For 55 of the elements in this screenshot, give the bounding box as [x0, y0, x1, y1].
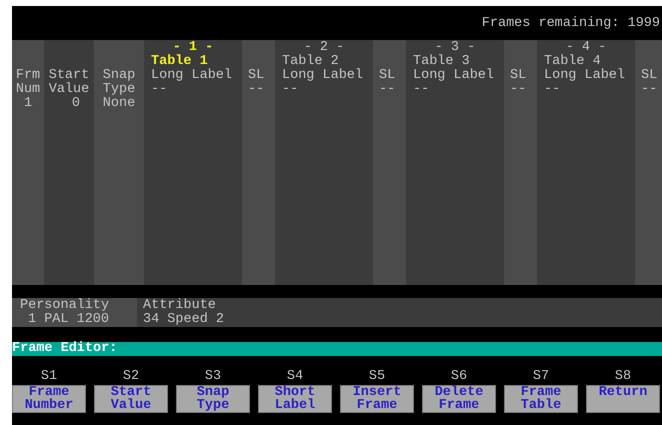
softkey-button[interactable]: Frame Table	[504, 385, 578, 413]
softkey-number: S1	[40, 369, 58, 385]
attribute-value: 34 Speed 2	[143, 313, 224, 327]
table-cell-text: 0	[70, 97, 81, 111]
column-header: Snap	[102, 69, 136, 83]
softkey-button[interactable]: Start Value	[94, 385, 168, 413]
softkey-button[interactable]: Frame Number	[12, 385, 86, 413]
softkey-number: S2	[122, 369, 140, 385]
column-header: Type	[102, 83, 136, 97]
table-cell-text: --	[510, 83, 528, 97]
softkey-button[interactable]: Return	[586, 385, 660, 413]
attribute-label: Attribute	[143, 299, 217, 313]
table-name: Table 4	[544, 55, 601, 69]
softkey-button[interactable]: Insert Frame	[340, 385, 414, 413]
softkey-number: S6	[450, 369, 468, 385]
softkey-button[interactable]: Snap Type	[176, 385, 250, 413]
softkey-number: S5	[368, 369, 386, 385]
column-header: Value	[48, 83, 90, 97]
table-name: Table 1	[151, 55, 208, 69]
table-name: Table 3	[413, 55, 470, 69]
softkey-number: S7	[532, 369, 550, 385]
table-cell-text: --	[413, 83, 430, 97]
column-header: Frm	[14, 69, 42, 83]
column-header: Long Label	[413, 69, 496, 83]
personality-value: 1 PAL 1200	[27, 313, 110, 327]
softkey-button[interactable]: Delete Frame	[422, 385, 496, 413]
table-cell-text: None	[102, 97, 136, 111]
column-header: Long Label	[151, 69, 234, 83]
frames-remaining: Frames remaining: 1999	[482, 16, 660, 30]
column-header: Long Label	[282, 69, 364, 83]
softkey-number: S3	[204, 369, 222, 385]
table-cell-text: --	[151, 83, 168, 97]
table-cell-text: --	[641, 83, 658, 97]
column-header: SL	[510, 69, 528, 83]
column-header: SL	[379, 69, 396, 83]
softkey-button[interactable]: Short Label	[258, 385, 332, 413]
table-number: - 2 -	[304, 41, 346, 55]
column-header: SL	[641, 69, 658, 83]
table-number: - 1 -	[172, 41, 214, 55]
table-cell-text: --	[379, 83, 396, 97]
column-header: Num	[14, 83, 42, 97]
table-cell-text: 1	[22, 97, 34, 111]
softkey-number: S4	[286, 369, 304, 385]
table-cell-text: --	[282, 83, 300, 97]
table-number: - 3 -	[434, 41, 476, 55]
personality-label: Personality	[20, 299, 110, 313]
table-number: - 4 -	[566, 41, 608, 55]
column-header: Start	[48, 69, 90, 83]
column-header: SL	[248, 69, 266, 83]
prompt-bar: Frame Editor:	[12, 342, 662, 356]
table-name: Table 2	[282, 55, 339, 69]
table-cell-text: --	[544, 83, 562, 97]
table-cell-text: --	[248, 83, 266, 97]
column-header: Long Label	[544, 69, 626, 83]
softkey-number: S8	[614, 369, 632, 385]
